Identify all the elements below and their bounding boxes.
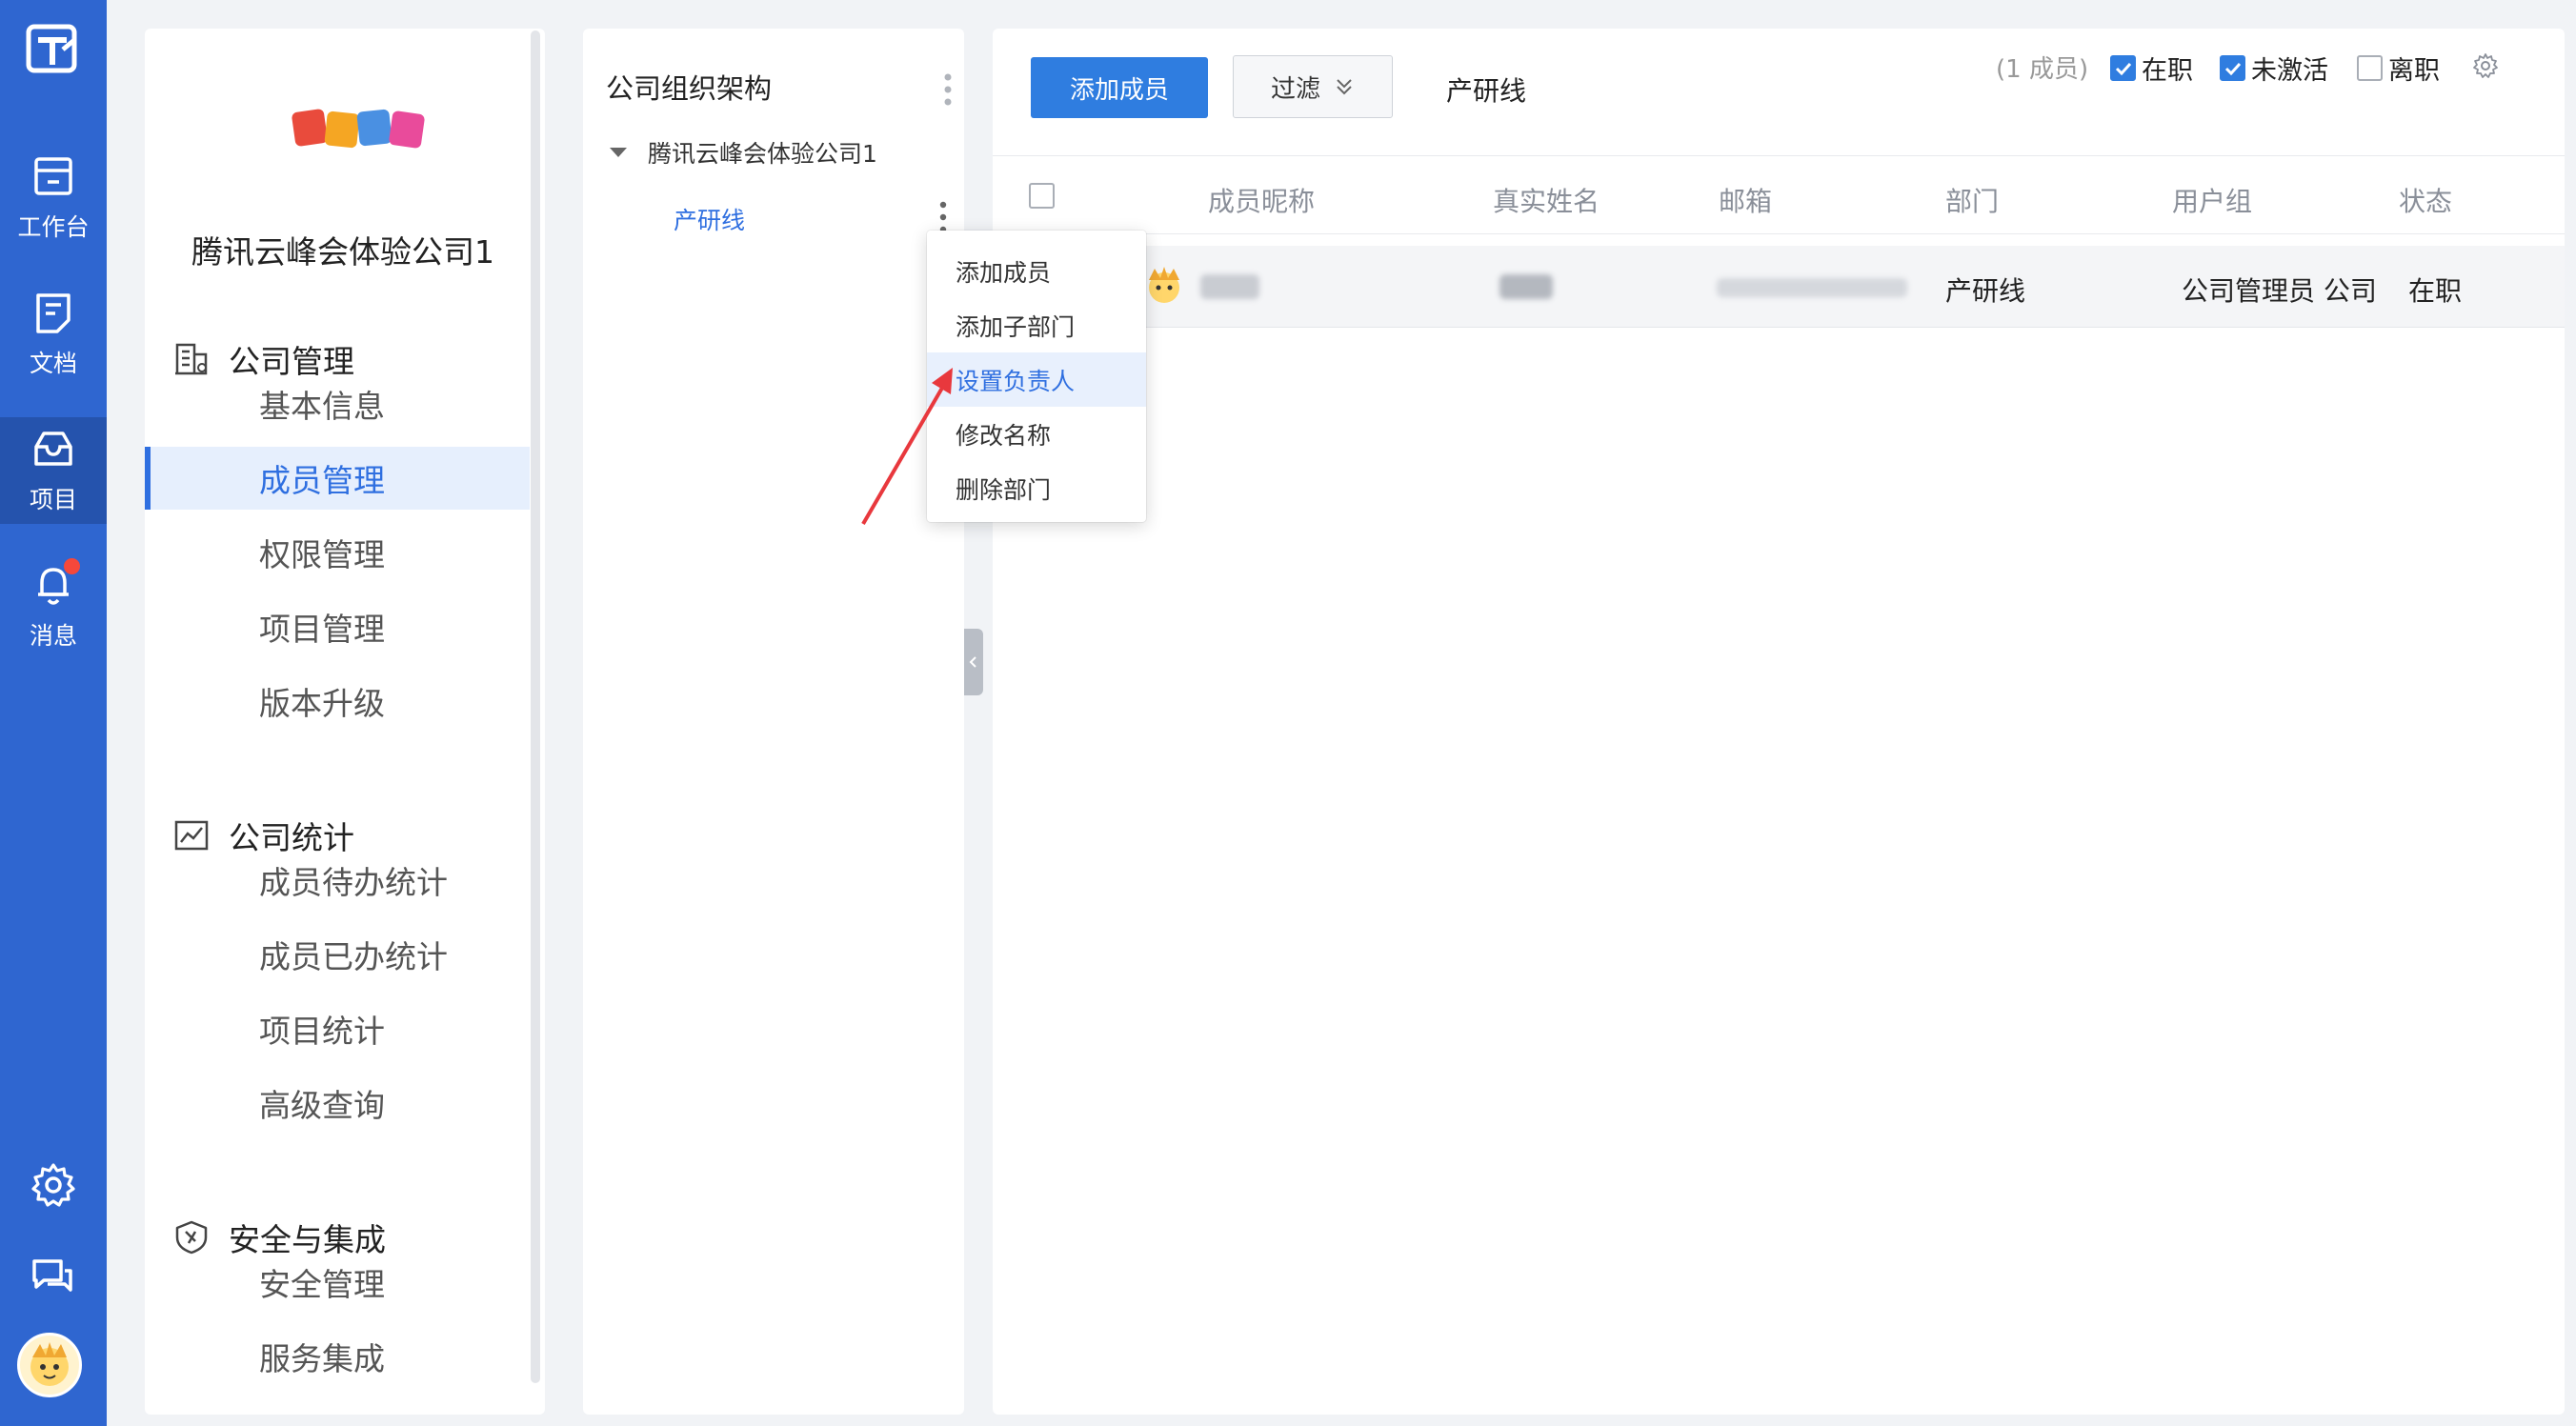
settings-gear-icon[interactable]	[29, 1160, 78, 1210]
avatar-cartoon-icon	[30, 1342, 69, 1386]
rail-item-label: 文档	[29, 350, 77, 377]
column-nickname[interactable]: 成员昵称	[1208, 181, 1315, 219]
nav-item-advanced-query[interactable]: 高级查询	[145, 1072, 530, 1135]
menu-item-add-member[interactable]: 添加成员	[927, 244, 1146, 298]
nav-item-version-upgrade[interactable]: 版本升级	[145, 670, 530, 733]
project-inbox-icon	[34, 432, 72, 466]
select-all-checkbox[interactable]	[1029, 183, 1055, 209]
chevron-left-icon	[969, 656, 976, 668]
add-member-button[interactable]: 添加成员	[1031, 57, 1208, 118]
user-avatar[interactable]	[17, 1333, 82, 1397]
rail-item-label: 项目	[29, 486, 77, 513]
menu-item-add-sub-department[interactable]: 添加子部门	[927, 298, 1146, 352]
sidebar-scrollbar[interactable]	[531, 30, 540, 1383]
filter-label: 离职	[2388, 56, 2440, 86]
panel-collapse-toggle[interactable]	[964, 629, 983, 695]
redacted-nickname	[1200, 274, 1259, 299]
tree-node-more-icon[interactable]	[938, 200, 948, 234]
tapd-brand-logo	[292, 109, 425, 149]
column-email[interactable]: 邮箱	[1719, 181, 1772, 219]
checkbox-checked-icon[interactable]	[2220, 55, 2245, 81]
org-panel-title: 公司组织架构	[606, 72, 773, 105]
cell-user-group: 公司管理员 公司	[2182, 275, 2377, 307]
filter-label: 过滤	[1270, 74, 1320, 104]
cell-status: 在职	[2408, 275, 2463, 307]
document-icon	[36, 293, 70, 333]
message-badge	[64, 558, 80, 574]
tapd-app-logo-icon[interactable]	[25, 21, 82, 78]
nav-item-member-done-stats[interactable]: 成员已办统计	[145, 923, 530, 986]
nav-item-basic-info[interactable]: 基本信息	[145, 372, 530, 435]
chat-bubbles-icon[interactable]	[29, 1254, 78, 1303]
filter-resigned-checkbox[interactable]: 离职	[2357, 50, 2440, 87]
double-chevron-down-icon	[1337, 79, 1352, 95]
org-more-icon[interactable]	[943, 72, 953, 107]
company-name: 腾讯云峰会体验公司1	[191, 233, 494, 271]
checkbox-checked-icon[interactable]	[2110, 55, 2136, 81]
tree-node-rd-line[interactable]: 产研线	[674, 202, 745, 236]
org-structure-panel: 公司组织架构 腾讯云峰会体验公司1 产研线	[583, 29, 964, 1415]
tree-node-root[interactable]: 腾讯云峰会体验公司1	[610, 135, 877, 170]
company-settings-sidebar: 腾讯云峰会体验公司1 公司管理 基本信息 成员管理 权限管理 项目管理 版本升级…	[145, 29, 545, 1415]
annotation-arrow-icon	[861, 368, 953, 526]
rail-item-workbench[interactable]: 工作台	[0, 145, 107, 251]
filter-inactive-checkbox[interactable]: 未激活	[2220, 50, 2328, 87]
nav-item-member-management[interactable]: 成员管理	[145, 447, 530, 510]
column-real-name[interactable]: 真实姓名	[1493, 181, 1600, 219]
column-status[interactable]: 状态	[2399, 181, 2452, 219]
member-count: (1 成员)	[1996, 55, 2089, 84]
rail-item-label: 消息	[29, 622, 77, 650]
column-department[interactable]: 部门	[1945, 181, 1999, 219]
rail-item-project[interactable]: 项目	[0, 417, 107, 524]
filter-label: 未激活	[2251, 56, 2328, 86]
filter-active-checkbox[interactable]: 在职	[2110, 50, 2193, 87]
table-row[interactable]: 产研线 公司管理员 公司 在职	[993, 246, 2565, 328]
app-rail: 工作台 文档 项目 消息	[0, 0, 107, 1426]
rail-item-messages[interactable]: 消息	[0, 553, 107, 660]
nav-item-permission-management[interactable]: 权限管理	[145, 521, 530, 584]
filter-button[interactable]: 过滤	[1233, 55, 1393, 118]
member-avatar	[1141, 263, 1179, 309]
current-department-label: 产研线	[1446, 75, 1527, 107]
redacted-real-name	[1499, 274, 1553, 299]
cell-department: 产研线	[1945, 275, 2026, 307]
redacted-email	[1717, 278, 1907, 297]
tree-node-label: 腾讯云峰会体验公司1	[648, 140, 877, 168]
nav-item-member-todo-stats[interactable]: 成员待办统计	[145, 849, 530, 912]
filter-label: 在职	[2142, 56, 2193, 86]
nav-item-project-management[interactable]: 项目管理	[145, 595, 530, 658]
avatar-cartoon-icon	[1149, 267, 1179, 303]
member-list-panel: 添加成员 过滤 产研线 (1 成员) 在职 未激活 离职 成员昵称 真实姓名 邮…	[993, 29, 2565, 1415]
nav-item-service-integration[interactable]: 服务集成	[145, 1325, 530, 1388]
checkbox-unchecked-icon[interactable]	[2357, 55, 2383, 81]
table-settings-gear-icon[interactable]	[2471, 51, 2500, 80]
nav-item-security-management[interactable]: 安全管理	[145, 1251, 530, 1314]
table-header: 成员昵称 真实姓名 邮箱 部门 用户组 状态	[993, 155, 2565, 234]
nav-item-project-stats[interactable]: 项目统计	[145, 997, 530, 1060]
caret-down-icon[interactable]	[610, 148, 627, 157]
rail-item-label: 工作台	[17, 213, 90, 241]
column-user-group[interactable]: 用户组	[2172, 181, 2252, 219]
workbench-icon	[34, 157, 72, 195]
rail-item-docs[interactable]: 文档	[0, 281, 107, 388]
